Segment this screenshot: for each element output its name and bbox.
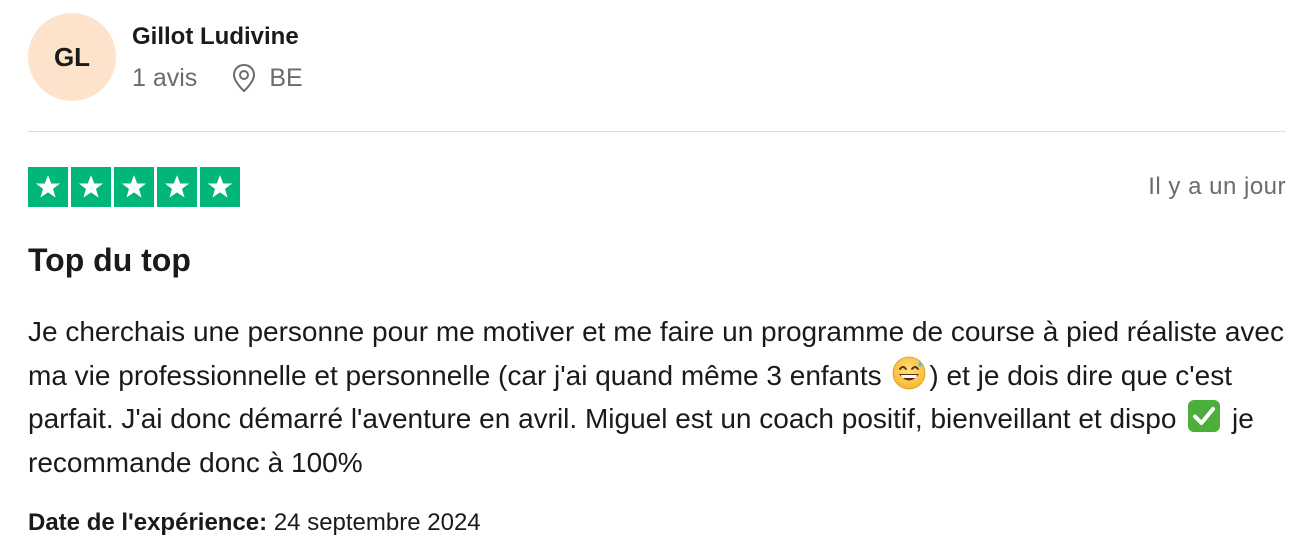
experience-date: Date de l'expérience: 24 septembre 2024 xyxy=(28,508,481,538)
divider xyxy=(28,131,1286,132)
star-icon xyxy=(71,167,111,207)
review-title[interactable]: Top du top xyxy=(28,240,191,280)
grinning-face-with-sweat-icon xyxy=(892,356,926,389)
rating-row: Il y a un jour xyxy=(28,167,1286,207)
review-count: 1 avis xyxy=(132,64,198,92)
star-icon xyxy=(200,167,240,207)
star-rating xyxy=(28,167,240,207)
reviewer-header: GL Gillot Ludivine 1 avis BE xyxy=(28,12,1286,102)
review-card: GL Gillot Ludivine 1 avis BE Il y a un j… xyxy=(28,12,1286,536)
reviewer-meta: 1 avis BE xyxy=(132,63,303,93)
reviewer-location: BE xyxy=(231,63,303,93)
reviewer-info: Gillot Ludivine 1 avis BE xyxy=(132,21,303,93)
star-icon xyxy=(114,167,154,207)
reviewer-country: BE xyxy=(269,64,303,92)
experience-date-label: Date de l'expérience: xyxy=(28,509,268,536)
reviewer-name[interactable]: Gillot Ludivine xyxy=(132,23,303,51)
avatar[interactable]: GL xyxy=(28,13,116,101)
review-body: Je cherchais une personne pour me motive… xyxy=(28,310,1286,484)
avatar-initials: GL xyxy=(53,41,91,72)
star-icon xyxy=(28,167,68,207)
star-icon xyxy=(157,167,197,207)
check-mark-button-icon xyxy=(1188,400,1221,432)
experience-date-value: 24 septembre 2024 xyxy=(273,509,481,536)
location-pin-icon xyxy=(233,63,256,93)
review-date: Il y a un jour xyxy=(1148,173,1286,200)
